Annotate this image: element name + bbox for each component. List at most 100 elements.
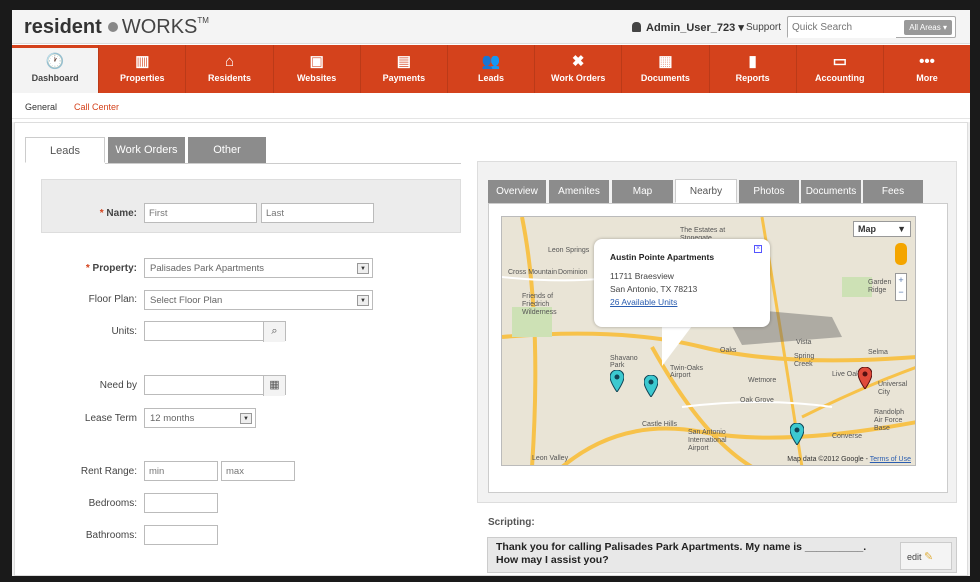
nav-documents[interactable]: ▦ Documents [622, 45, 710, 93]
rent-max-input[interactable] [221, 461, 295, 481]
property-value: Palisades Park Apartments [150, 263, 265, 274]
nav-properties[interactable]: ▥ Properties [99, 45, 187, 93]
logo: resident WORKSTM [24, 16, 209, 39]
tab-other[interactable]: Other [188, 137, 266, 163]
map-place-label: Spring Creek [794, 353, 815, 368]
property-marker-icon[interactable] [858, 367, 872, 389]
property-select[interactable]: Palisades Park Apartments ▼ [144, 258, 373, 278]
map-marker-icon[interactable] [644, 375, 658, 397]
nav-label: Residents [207, 73, 251, 83]
nav-payments[interactable]: ▤ Payments [361, 45, 448, 93]
nav-label: Payments [382, 73, 426, 83]
logo-light: WORKS [121, 16, 198, 38]
property-label: * Property: [85, 263, 137, 274]
terms-of-use-link[interactable]: Terms of Use [870, 456, 911, 463]
user-menu[interactable]: Admin_User_723 ▾ [632, 21, 744, 34]
close-icon[interactable]: × [754, 245, 762, 253]
nav-residents[interactable]: ⌂ Residents [186, 45, 274, 93]
map-place-label: Leon Valley [532, 455, 569, 462]
more-icon: ••• [919, 53, 935, 70]
tab-photos[interactable]: Photos [739, 180, 799, 203]
nav-label: More [916, 73, 938, 83]
first-name-input[interactable] [144, 203, 257, 223]
map-place-label: Friends of Friedrich Wilderness [522, 293, 557, 316]
logo-tm: TM [197, 16, 209, 25]
nav-websites[interactable]: ▣ Websites [274, 45, 361, 93]
available-units-link[interactable]: 26 Available Units [610, 296, 770, 309]
tab-fees[interactable]: Fees [863, 180, 923, 203]
calendar-icon[interactable]: ▦ [263, 376, 285, 396]
needby-label: Need by [99, 380, 137, 391]
last-name-input[interactable] [261, 203, 374, 223]
tab-amenites[interactable]: Amenites [549, 180, 609, 203]
tab-overview[interactable]: Overview [488, 180, 546, 203]
nav-label: Dashboard [31, 73, 79, 83]
payment-icon: ▤ [396, 53, 411, 70]
floorplan-label: Floor Plan: [88, 294, 137, 305]
nav-work-orders[interactable]: ✖ Work Orders [535, 45, 623, 93]
browser-icon: ▣ [309, 53, 324, 70]
map-view[interactable]: Leon Springs Cross Mountain Dominion Fri… [501, 216, 916, 466]
map-place-label: Wetmore [748, 377, 777, 384]
map-place-label: Oak Grove [740, 397, 774, 404]
subnav-call-center[interactable]: Call Center [74, 102, 119, 112]
nav-label: Documents [640, 73, 690, 83]
bathrooms-label: Bathrooms: [85, 530, 137, 541]
user-icon [632, 22, 641, 32]
map-place-label: Twin-Oaks Airport [670, 365, 704, 379]
search-scope-dropdown[interactable]: All Areas ▾ [904, 20, 952, 35]
nav-leads[interactable]: 👥 Leads [448, 45, 536, 93]
nav-label: Properties [120, 73, 165, 83]
map-type-dropdown[interactable]: Map ▼ [853, 221, 911, 237]
rent-min-input[interactable] [144, 461, 218, 481]
tab-nearby[interactable]: Nearby [675, 179, 737, 203]
main-nav: 🕐 Dashboard ▥ Properties ⌂ Residents ▣ Websi… [12, 45, 970, 93]
user-name: Admin_User_723 ▾ [646, 22, 744, 34]
floorplan-select[interactable]: Select Floor Plan ▼ [144, 290, 373, 310]
popup-tail [662, 326, 692, 366]
nav-accounting[interactable]: ▭ Accounting [797, 45, 884, 93]
map-place-label: Shavano Park [610, 355, 638, 369]
quick-search-input[interactable] [788, 17, 896, 38]
nav-label: Accounting [815, 73, 865, 83]
map-footer: Map data ©2012 Google - Terms of Use [787, 456, 911, 463]
map-place-label: Selma [868, 349, 888, 356]
rentrange-label: Rent Range: [80, 466, 137, 477]
map-marker-icon[interactable] [790, 423, 804, 445]
needby-input[interactable]: ▦ [144, 375, 286, 396]
scripting-label: Scripting: [488, 517, 535, 528]
top-bar: resident WORKSTM Admin_User_723 ▾ Support… [12, 10, 970, 44]
bathrooms-input[interactable] [144, 525, 218, 545]
people-icon: 👥 [481, 53, 501, 70]
money-icon: ▭ [832, 53, 847, 70]
nav-more[interactable]: ••• More [884, 45, 970, 93]
search-icon[interactable]: ⌕ [263, 322, 285, 342]
subnav-general[interactable]: General [25, 102, 57, 112]
chevron-down-icon: ▼ [240, 413, 252, 424]
edit-button[interactable]: edit ✎ [900, 542, 952, 570]
zoom-control[interactable]: + − [895, 273, 907, 301]
units-label: Units: [111, 326, 137, 337]
bedrooms-input[interactable] [144, 493, 218, 513]
leaseterm-select[interactable]: 12 months ▼ [144, 408, 256, 428]
pegman-icon[interactable] [895, 243, 907, 265]
support-link[interactable]: Support [746, 22, 781, 33]
units-input[interactable]: ⌕ [144, 321, 286, 342]
dashboard-icon: 🕐 [45, 53, 65, 70]
home-icon: ⌂ [224, 53, 234, 70]
tab-work-orders[interactable]: Work Orders [108, 137, 185, 163]
nav-reports[interactable]: ▮ Reports [710, 45, 797, 93]
chevron-down-icon: ▼ [897, 224, 906, 234]
main-panel: Leads Work Orders Other * Name: * Proper… [14, 122, 968, 576]
bar-chart-icon: ▮ [748, 53, 757, 70]
content-area: Leads Work Orders Other * Name: * Proper… [12, 122, 970, 576]
nav-dashboard[interactable]: 🕐 Dashboard [12, 45, 100, 93]
map-marker-icon[interactable] [610, 370, 624, 392]
map-place-label: San Antonio International Airport [688, 429, 727, 452]
popup-address-line2: San Antonio, TX 78213 [610, 284, 698, 294]
map-place-label: Vista [796, 339, 812, 346]
name-label: * Name: [99, 208, 137, 219]
tab-map[interactable]: Map [612, 180, 673, 203]
tab-leads[interactable]: Leads [25, 137, 105, 163]
tab-documents[interactable]: Documents [801, 180, 861, 203]
